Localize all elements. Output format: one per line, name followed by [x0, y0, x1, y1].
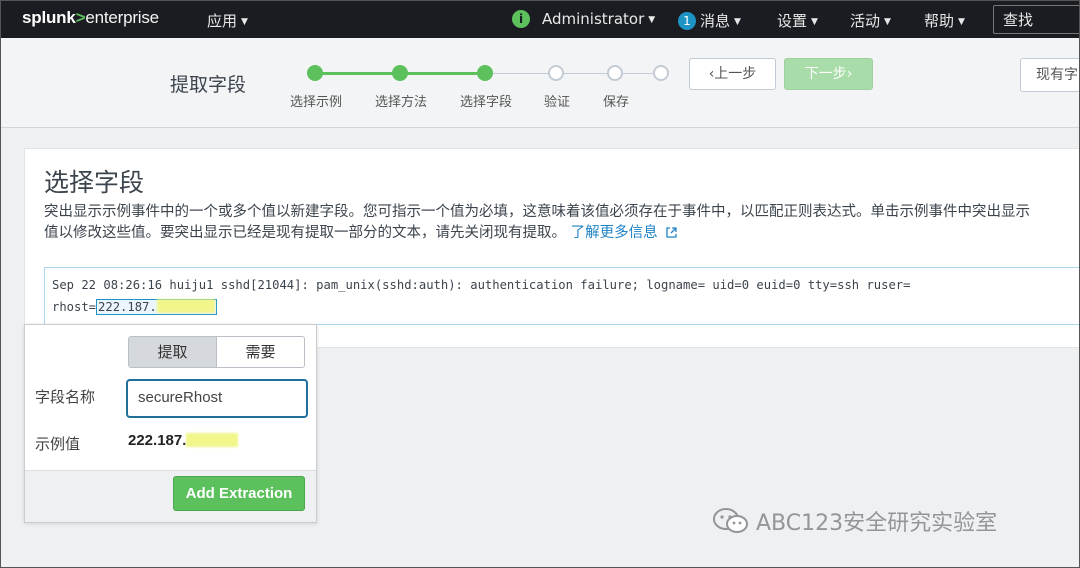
top-nav: splunk>enterprise 应用 ▼ i Administrator ▼ 1消… [0, 0, 1080, 38]
step-dot-1 [307, 65, 323, 81]
step-label-1: 选择示例 [289, 95, 343, 110]
field-name-input[interactable]: secureRhost [126, 379, 308, 418]
redacted-ip [156, 299, 215, 313]
chevron-down-icon: ▼ [648, 15, 656, 25]
apps-menu[interactable]: 应用 ▼ [207, 10, 248, 31]
external-link-icon [666, 227, 677, 238]
chevron-down-icon: ▼ [734, 17, 741, 27]
step-dot-4 [548, 65, 564, 81]
step-dot-6 [653, 65, 669, 81]
user-menu[interactable]: i Administrator ▼ [512, 10, 655, 28]
tab-require[interactable]: 需要 [217, 337, 304, 367]
sample-event-text[interactable]: Sep 22 08:26:16 huiju1 sshd[21044]: pam_… [52, 274, 911, 318]
wechat-icon [713, 508, 748, 533]
event-line-2-prefix: rhost= [52, 300, 97, 314]
add-extraction-button[interactable]: Add Extraction [173, 476, 305, 511]
step-label-3: 选择字段 [459, 95, 513, 110]
wizard-bar: 提取字段 选择示例 选择方法 选择字段 验证 保存 ‹上一步 下一步› 现有字 [0, 38, 1080, 128]
chevron-down-icon: ▼ [958, 17, 965, 27]
search-input[interactable]: 查找 [993, 5, 1080, 34]
chevron-down-icon: ▼ [811, 17, 818, 27]
previous-step-button[interactable]: ‹上一步 [689, 58, 776, 90]
event-line-1: Sep 22 08:26:16 huiju1 sshd[21044]: pam_… [52, 278, 911, 292]
panel-title: 选择字段 [44, 168, 145, 197]
extract-require-toggle: 提取 需要 [128, 336, 305, 368]
tab-extract[interactable]: 提取 [129, 337, 217, 367]
step-dot-2 [392, 65, 408, 81]
step-label-5: 保存 [602, 95, 630, 110]
chevron-right-icon: › [846, 66, 853, 82]
sample-value: 222.187. [128, 432, 239, 449]
field-name-label: 字段名称 [35, 388, 96, 406]
step-dot-3 [477, 65, 493, 81]
step-label-4: 验证 [543, 95, 571, 110]
next-step-button[interactable]: 下一步› [784, 58, 873, 90]
chevron-down-icon: ▼ [884, 17, 891, 27]
splunk-logo[interactable]: splunk>enterprise [22, 8, 159, 28]
learn-more-link[interactable]: 了解更多信息 [571, 225, 678, 241]
watermark: ABC123安全研究实验室 [712, 505, 997, 537]
chevron-down-icon: ▼ [241, 17, 248, 27]
panel-description: 突出显示示例事件中的一个或多个值以新建字段。您可指示一个值为必填，这意味着该值必… [44, 202, 1080, 244]
settings-menu[interactable]: 设置 ▼ [777, 10, 818, 31]
description-line-1: 突出显示示例事件中的一个或多个值以新建字段。您可指示一个值为必填，这意味着该值必… [44, 204, 1030, 220]
help-menu[interactable]: 帮助 ▼ [924, 10, 965, 31]
selected-value-highlight[interactable]: 222.187. [96, 299, 217, 315]
description-line-2: 值以修改这些值。要突出显示已经是现有提取一部分的文本，请先关闭现有提取。 [44, 225, 566, 241]
existing-fields-button[interactable]: 现有字 [1020, 58, 1080, 92]
step-progress-todo [486, 73, 661, 74]
page-title: 提取字段 [170, 74, 247, 96]
step-dot-5 [607, 65, 623, 81]
messages-count-badge: 1 [678, 12, 696, 30]
redacted-ip [186, 433, 239, 447]
sample-value-label: 示例值 [35, 435, 81, 453]
step-label-2: 选择方法 [374, 95, 428, 110]
messages-menu[interactable]: 1 消息 ▼ [678, 10, 741, 31]
activity-menu[interactable]: 活动 ▼ [850, 10, 891, 31]
info-icon: i [512, 10, 530, 28]
